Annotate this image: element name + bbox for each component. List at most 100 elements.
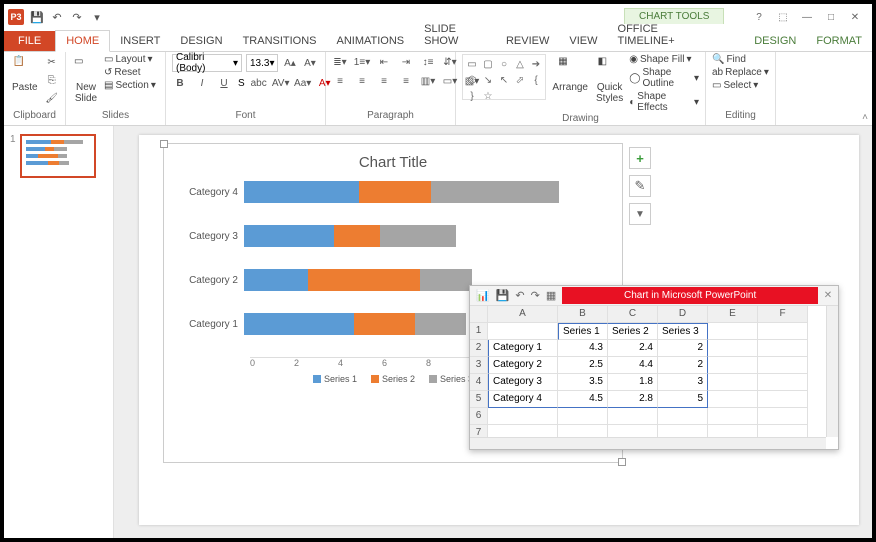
new-slide-button[interactable]: ▭ New Slide <box>72 54 100 106</box>
col-header[interactable]: A <box>488 306 558 323</box>
cell[interactable]: 2.5 <box>558 357 608 374</box>
help-button[interactable]: ? <box>748 9 770 25</box>
cell[interactable]: Category 2 <box>488 357 558 374</box>
chart-filters-button[interactable]: ▼ <box>629 203 651 225</box>
indent-left-icon[interactable]: ⇤ <box>376 54 392 70</box>
tab-file[interactable]: FILE <box>4 31 55 51</box>
bar-segment[interactable] <box>420 269 471 291</box>
cell[interactable]: 3 <box>658 374 708 391</box>
grow-font-icon[interactable]: A▴ <box>282 55 298 71</box>
paste-button[interactable]: 📋 Paste <box>10 54 40 95</box>
indent-right-icon[interactable]: ⇥ <box>398 54 414 70</box>
cell[interactable]: 4.4 <box>608 357 658 374</box>
tab-transitions[interactable]: TRANSITIONS <box>233 31 327 51</box>
sheet-close-button[interactable]: ✕ <box>818 290 838 301</box>
bar-segment[interactable] <box>415 313 466 335</box>
bar-segment[interactable] <box>334 225 380 247</box>
col-header[interactable]: D <box>658 306 708 323</box>
maximize-button[interactable]: □ <box>820 9 842 25</box>
cell[interactable] <box>758 374 808 391</box>
minimize-button[interactable]: — <box>796 9 818 25</box>
row-header[interactable]: 5 <box>470 391 488 408</box>
chart-elements-button[interactable]: + <box>629 147 651 169</box>
cell[interactable]: 3.5 <box>558 374 608 391</box>
undo-icon[interactable]: ↶ <box>50 10 64 24</box>
sheet-table-icon[interactable]: ▦ <box>546 289 556 302</box>
cell[interactable] <box>608 408 658 425</box>
cell[interactable]: 4.3 <box>558 340 608 357</box>
cell[interactable]: Category 3 <box>488 374 558 391</box>
columns-icon[interactable]: ▥▾ <box>420 73 436 89</box>
numbering-icon[interactable]: 1≡▾ <box>354 54 370 70</box>
sheet-save-icon[interactable]: 💾 <box>496 289 510 302</box>
sheet-vscrollbar[interactable] <box>826 306 838 437</box>
bar-segment[interactable] <box>244 181 359 203</box>
font-name-select[interactable]: Calibri (Body)▾ <box>172 54 242 72</box>
italic-icon[interactable]: I <box>194 75 210 91</box>
cell[interactable] <box>488 408 558 425</box>
format-painter-icon[interactable]: 🖌 <box>44 90 60 106</box>
tab-chart-design[interactable]: DESIGN <box>744 31 806 51</box>
bold-icon[interactable]: B <box>172 75 188 91</box>
bar-segment[interactable] <box>431 181 559 203</box>
bar-segment[interactable] <box>359 181 431 203</box>
tab-review[interactable]: REVIEW <box>496 31 559 51</box>
collapse-ribbon-icon[interactable]: ˄ <box>862 112 868 123</box>
cell[interactable] <box>658 408 708 425</box>
chart-title[interactable]: Chart Title <box>164 144 622 181</box>
row-header[interactable]: 3 <box>470 357 488 374</box>
change-case-icon[interactable]: Aa▾ <box>295 75 311 91</box>
cell[interactable] <box>708 340 758 357</box>
cell[interactable] <box>708 357 758 374</box>
replace-button[interactable]: ab Replace ▾ <box>712 67 769 78</box>
sheet-hscrollbar[interactable] <box>470 437 826 449</box>
tab-slideshow[interactable]: SLIDE SHOW <box>414 19 496 51</box>
char-spacing-icon[interactable]: AV▾ <box>273 75 289 91</box>
cell[interactable] <box>758 357 808 374</box>
col-header[interactable] <box>470 306 488 323</box>
row-header[interactable]: 2 <box>470 340 488 357</box>
bullets-icon[interactable]: ≣▾ <box>332 54 348 70</box>
tab-home[interactable]: HOME <box>55 30 110 52</box>
cell[interactable]: Series 3 <box>658 323 708 340</box>
cell[interactable]: 2 <box>658 340 708 357</box>
section-button[interactable]: ▤ Section ▾ <box>104 80 156 91</box>
cell[interactable]: Category 1 <box>488 340 558 357</box>
shadow-icon[interactable]: abc <box>251 75 267 91</box>
cell[interactable] <box>708 323 758 340</box>
bar-segment[interactable] <box>244 313 354 335</box>
legend-item[interactable]: Series 2 <box>371 374 415 384</box>
quick-styles-button[interactable]: ◧ Quick Styles <box>594 54 625 106</box>
row-header[interactable]: 6 <box>470 408 488 425</box>
redo-icon[interactable]: ↷ <box>70 10 84 24</box>
cell[interactable] <box>758 391 808 408</box>
cell[interactable]: 5 <box>658 391 708 408</box>
cell[interactable]: Category 4 <box>488 391 558 408</box>
layout-button[interactable]: ▭ Layout ▾ <box>104 54 156 65</box>
close-button[interactable]: ✕ <box>844 9 866 25</box>
shapes-gallery[interactable]: ▭▢○△➔⬡ ↘↖⬀{}☆ <box>462 54 546 100</box>
cell[interactable]: Series 2 <box>608 323 658 340</box>
align-center-icon[interactable]: ≡ <box>354 73 370 89</box>
cell[interactable]: Series 1 <box>558 323 608 340</box>
cell[interactable]: 4.5 <box>558 391 608 408</box>
bar-stack[interactable] <box>244 225 602 247</box>
line-spacing-icon[interactable]: ↕≡ <box>420 54 436 70</box>
shape-outline-button[interactable]: ◯ Shape Outline ▾ <box>629 67 699 89</box>
col-header[interactable]: B <box>558 306 608 323</box>
bar-segment[interactable] <box>380 225 457 247</box>
bar-segment[interactable] <box>244 225 334 247</box>
bar-segment[interactable] <box>308 269 421 291</box>
cell[interactable] <box>488 323 558 340</box>
qat-dropdown-icon[interactable]: ▾ <box>90 10 104 24</box>
arrange-button[interactable]: ▦ Arrange <box>550 54 590 95</box>
cell[interactable]: 2 <box>658 357 708 374</box>
cell[interactable]: 1.8 <box>608 374 658 391</box>
tab-view[interactable]: VIEW <box>559 31 607 51</box>
cell[interactable] <box>708 408 758 425</box>
col-header[interactable]: E <box>708 306 758 323</box>
row-header[interactable]: 1 <box>470 323 488 340</box>
slide-canvas[interactable]: Chart Title Category 4Category 3Category… <box>139 135 859 525</box>
chart-styles-button[interactable]: ✎ <box>629 175 651 197</box>
chart-data-sheet[interactable]: 📊 💾 ↶ ↷ ▦ Chart in Microsoft PowerPoint … <box>469 285 839 450</box>
